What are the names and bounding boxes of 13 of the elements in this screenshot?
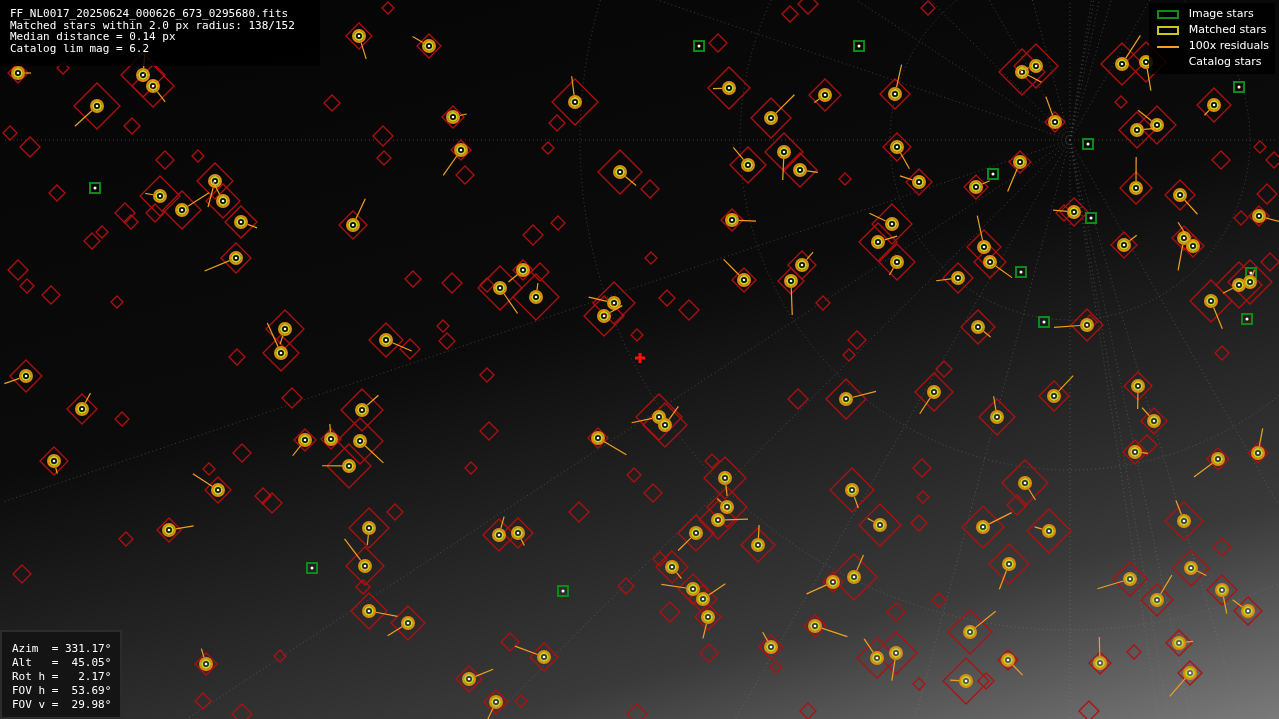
info-text: Median distance = 0.14 px [10,31,176,43]
info-text: Catalog lim mag = 6.2 [10,42,151,54]
pointing-text: Alt = 45.05° [12,656,110,670]
pointing-text: FOV h = 53.69° [12,684,110,698]
info-text: FF_NL0017_20250624_000626_673_0295680.fits [10,8,290,20]
pointing-text: Rot h = 2.17° [12,670,110,684]
legend-label: 100x residuals [1188,38,1269,55]
pointing-text: FOV v = 29.98° [12,698,110,712]
legend-label: Catalog stars [1188,54,1262,71]
legend-label: Image stars [1188,6,1254,23]
legend-label: Matched stars [1188,22,1267,39]
info-text: Matched stars within 2.0 px radius: 138/152 [10,19,296,31]
pointing-text: Azim = 331.17° [12,642,110,656]
